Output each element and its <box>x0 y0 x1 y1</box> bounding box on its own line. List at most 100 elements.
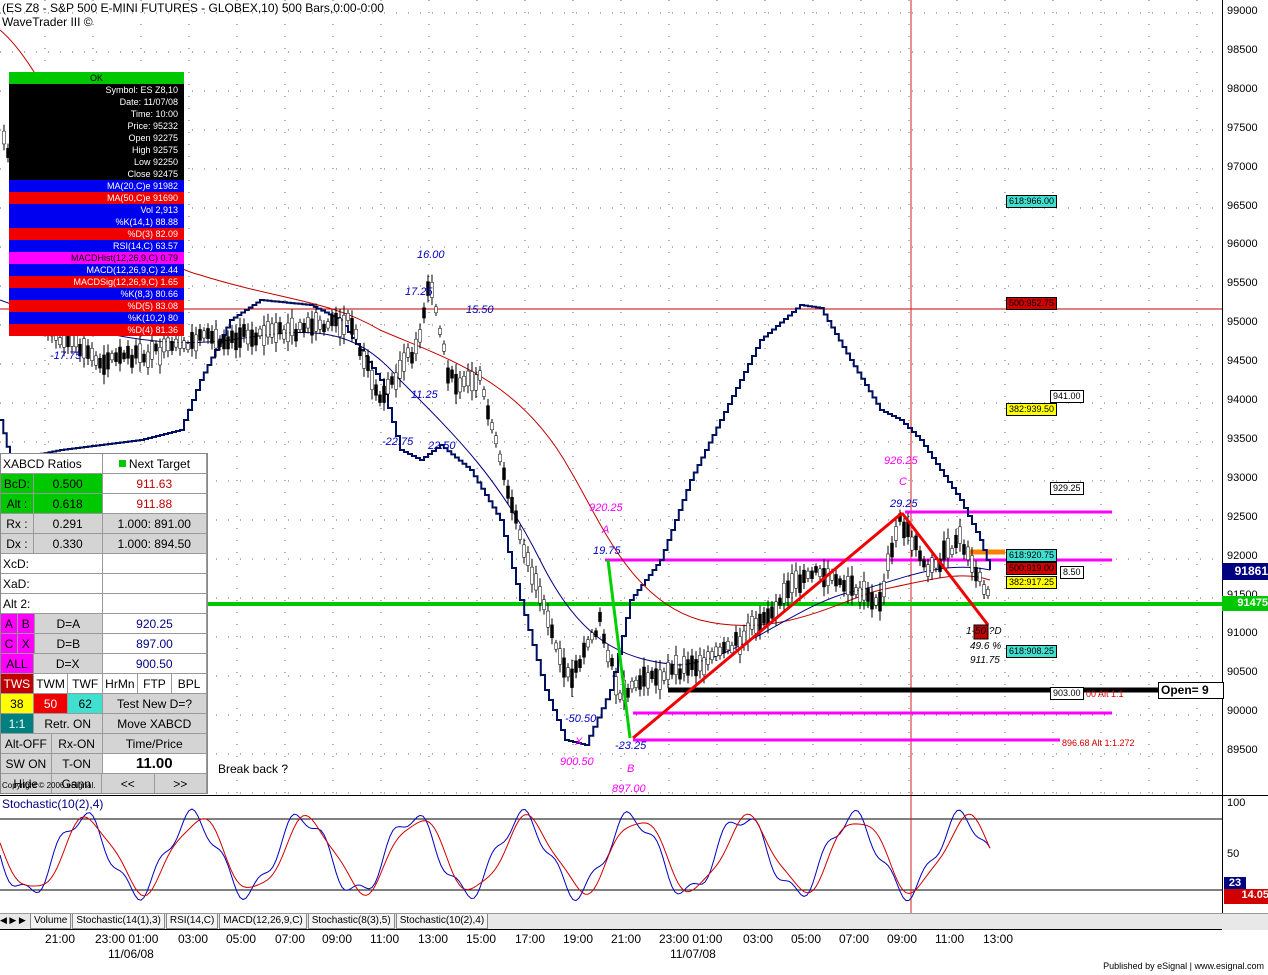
price-axis-label: 94000 <box>1227 394 1258 406</box>
wave-label: 22.50 <box>428 440 456 452</box>
data-window-row: %D(4) 81.36 <box>9 324 184 336</box>
wave-label: 11.25 <box>411 389 438 401</box>
price-axis-label: 92500 <box>1227 510 1258 523</box>
fib-tag-966: 618:966.00 <box>1006 195 1058 208</box>
twf-button[interactable]: TWF <box>68 674 103 693</box>
prev-button[interactable]: << <box>102 774 155 793</box>
time-axis-label: 07:00 <box>839 932 870 946</box>
rx-on-button[interactable]: Rx-ON <box>51 734 103 753</box>
time-axis-label: 09:00 <box>322 932 353 946</box>
alt-value[interactable]: 0.618 <box>33 494 103 513</box>
indicator-tabs[interactable]: ◀ ▶ ▶ Volume Stochastic(14(1),3) RSI(14,C) M… <box>0 913 1268 930</box>
c-button[interactable]: C <box>1 634 18 653</box>
price-axis[interactable]: 99000 98500 98000 97500 97000 96500 96000 95500… <box>1222 0 1268 795</box>
all-button[interactable]: ALL <box>1 654 34 673</box>
next-button[interactable]: >> <box>154 774 207 793</box>
point-label: 897.00 <box>612 783 646 794</box>
data-window-row: MA(50,C)e 91690 <box>9 192 184 204</box>
ratio-1-1-button[interactable]: 1:1 <box>1 714 34 733</box>
time-axis-label: 03:00 <box>743 932 774 946</box>
wave-label: 17.25 <box>405 286 433 298</box>
time-price-value[interactable]: 11.00 <box>103 754 207 773</box>
fib-tag-918: 8.50 <box>1060 566 1084 579</box>
price-axis-label: 90500 <box>1227 666 1258 679</box>
sw-on-button[interactable]: SW ON <box>1 754 52 773</box>
time-axis[interactable]: 21:00 23:00 01:00 03:00 05:00 07:00 09:00 11:0… <box>0 929 1222 961</box>
indicator-tab[interactable]: Stochastic(8(3),5) <box>307 914 395 929</box>
indicator-tab[interactable]: Stochastic(14(1),3) <box>72 914 165 929</box>
point-a-label: A <box>602 524 610 536</box>
wave-label: -23.25 <box>615 740 647 752</box>
data-window-row: %D(5) 83.08 <box>9 300 184 312</box>
data-window-row: Symbol: ES Z8,10 <box>105 85 178 95</box>
b-button[interactable]: B <box>17 614 35 633</box>
ratio-62-button[interactable]: 62 <box>68 694 104 713</box>
bpl-button[interactable]: BPL <box>172 674 207 693</box>
hrmn-button[interactable]: HrMn <box>103 674 138 693</box>
price-axis-label: 90000 <box>1227 705 1258 718</box>
stochastic-panel[interactable]: Stochastic(10(2),4) 100 50 23 14.05 <box>0 795 1268 914</box>
xabcd-panel[interactable]: XABCD Ratios Next Target BcD: 0.500 911.63 … <box>0 453 208 794</box>
alt-target: 911.88 <box>103 494 207 513</box>
tws-button[interactable]: TWS <box>1 674 34 693</box>
alt-off-button[interactable]: Alt-OFF <box>1 734 52 753</box>
xabcd-ab-line <box>606 559 632 739</box>
date-label: 11/07/08 <box>670 947 716 961</box>
d-equals-x-button[interactable]: D=X <box>33 654 103 673</box>
d-point-pct: 49.6 % <box>970 641 1002 652</box>
rx-value[interactable]: 0.291 <box>34 514 103 533</box>
test-new-d-button[interactable]: Test New D=? <box>103 694 208 713</box>
time-price-button[interactable]: Time/Price <box>102 734 207 753</box>
fib-tag-917: 382:917.25 <box>1006 576 1058 589</box>
a-button[interactable]: A <box>1 614 18 633</box>
d-equals-a-button[interactable]: D=A <box>34 614 104 633</box>
d-point-price: 911.75 <box>970 655 1000 666</box>
date-label: 11/06/08 <box>108 947 154 961</box>
move-xabcd-button[interactable]: Move XABCD <box>102 714 207 733</box>
twm-button[interactable]: TWM <box>34 674 69 693</box>
data-window-row: MACDSig(12,26,9,C) 1.65 <box>9 276 184 288</box>
ratio-50-button[interactable]: 50 <box>33 694 69 713</box>
t-on-button[interactable]: T-ON <box>51 754 103 773</box>
dx-target: 1.000: 894.50 <box>103 534 207 553</box>
price-axis-label: 98000 <box>1227 82 1258 95</box>
ratio-38-button[interactable]: 38 <box>1 694 34 713</box>
green-price-tag: 91475 <box>1222 596 1268 611</box>
indicator-tab[interactable]: Stochastic(10(2),4) <box>395 914 489 929</box>
data-window-row: Vol 2,913 <box>9 204 184 216</box>
x-button[interactable]: X <box>17 634 35 653</box>
d-equals-a-value: 920.25 <box>103 614 207 633</box>
retr-on-button[interactable]: Retr. ON <box>33 714 103 733</box>
alt-label: Alt : <box>1 494 34 513</box>
wave-label: -22.75 <box>382 436 414 448</box>
stoch-red-value: 14.05 <box>1224 889 1268 904</box>
price-axis-label: 94500 <box>1227 355 1258 368</box>
price-axis-label: 92000 <box>1227 549 1258 562</box>
data-window-row: Date: 11/07/08 <box>119 97 178 107</box>
stoch-axis-label: 100 <box>1227 797 1246 809</box>
ftp-button[interactable]: FTP <box>138 674 173 693</box>
indicator-tab[interactable]: Volume <box>30 914 72 929</box>
dx-value[interactable]: 0.330 <box>34 534 103 553</box>
data-window-row: MA(20,C)e 91982 <box>9 180 184 192</box>
d-equals-b-value: 897.00 <box>103 634 207 653</box>
data-window-row: High 92575 <box>131 145 178 155</box>
price-axis-label: 95500 <box>1227 277 1258 290</box>
fib-tag-908: 618:908.25 <box>1006 645 1058 658</box>
d-equals-b-button[interactable]: D=B <box>34 634 104 653</box>
time-axis-label: 03:00 <box>178 932 209 946</box>
indicator-tab[interactable]: MACD(12,26,9,C) <box>219 914 307 929</box>
data-window[interactable]: OK Symbol: ES Z8,10 Date: 11/07/08 Time: 1… <box>9 72 184 336</box>
price-axis-label: 97000 <box>1227 160 1258 173</box>
time-axis-label: 13:00 <box>983 932 1014 946</box>
bcd-value[interactable]: 0.500 <box>33 474 103 493</box>
data-window-row: %K(8,3) 80.66 <box>9 288 184 300</box>
xabcd-header: XABCD Ratios <box>1 454 104 473</box>
time-axis-label: 23:00 01:00 <box>659 932 723 946</box>
indicator-tab[interactable]: RSI(14,C) <box>165 914 219 929</box>
time-axis-label: 17:00 <box>515 932 546 946</box>
fib-tag-919: 500:919.00 <box>1006 562 1058 575</box>
point-label: 900.50 <box>560 756 594 768</box>
time-axis-label: 13:00 <box>418 932 449 946</box>
fib-tag-939: 382:939.50 <box>1006 403 1058 416</box>
